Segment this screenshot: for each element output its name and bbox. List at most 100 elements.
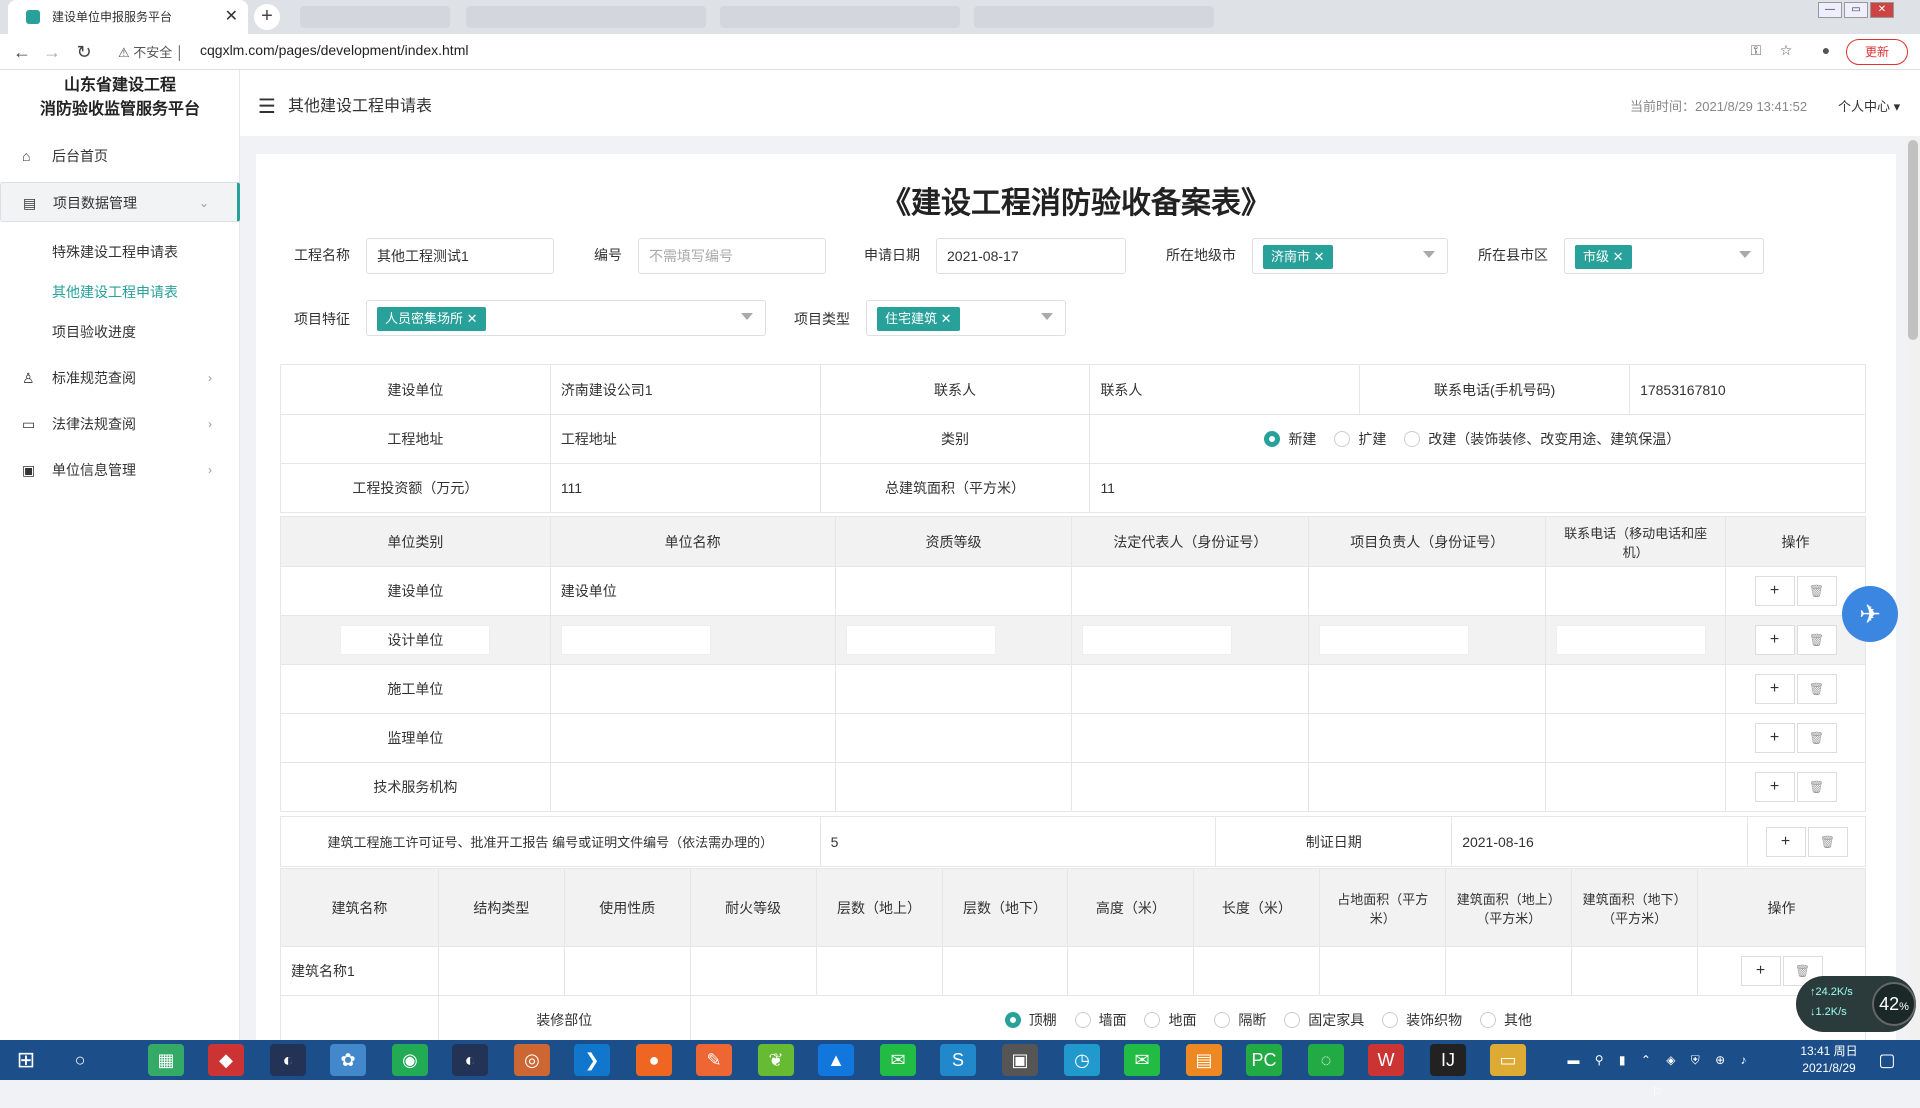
table-cell[interactable] — [834, 762, 1073, 812]
app-icon[interactable]: ▲ — [818, 1044, 854, 1076]
bookmark-star-icon[interactable]: ☆ — [1776, 42, 1796, 62]
city-select[interactable]: 济南市 ✕ — [1252, 238, 1448, 274]
firefox-icon[interactable]: ● — [636, 1044, 672, 1076]
table-cell[interactable] — [815, 946, 943, 996]
system-tray-icons[interactable]: ▬ ⚲ ▮ ⌃ ◈ ⛨ ⊕ ♪ ⚐ — [1560, 1044, 1760, 1099]
postman-icon[interactable]: ✎ — [696, 1044, 732, 1076]
table-cell[interactable] — [1571, 946, 1699, 996]
maximize-icon[interactable]: ▭ — [1844, 2, 1868, 18]
radio-other[interactable] — [1480, 1012, 1497, 1028]
table-cell[interactable] — [1545, 566, 1727, 616]
table-cell[interactable] — [563, 946, 691, 996]
table-cell[interactable] — [1308, 664, 1547, 714]
forward-icon[interactable]: → — [40, 40, 64, 64]
wechat-icon[interactable]: ✉ — [880, 1044, 916, 1076]
app-icon[interactable]: S — [940, 1044, 976, 1076]
table-cell[interactable]: 11 — [1089, 463, 1866, 513]
sidebar-subitem-other[interactable]: 其他建设工程申请表 — [0, 274, 240, 310]
browser-tab[interactable] — [466, 6, 706, 28]
browser-tab[interactable] — [720, 6, 960, 28]
app-icon[interactable]: ▦ — [148, 1044, 184, 1076]
permit-date-value[interactable]: 2021-08-16 — [1451, 816, 1748, 867]
chrome-icon[interactable]: ◉ — [392, 1044, 428, 1076]
app-icon[interactable]: ◎ — [514, 1044, 550, 1076]
unit-name-input[interactable] — [560, 625, 711, 655]
radio-expand[interactable] — [1334, 431, 1351, 447]
pycharm-icon[interactable]: PC — [1246, 1044, 1282, 1076]
delete-row-icon[interactable]: 🗑 — [1807, 826, 1848, 857]
table-cell[interactable] — [941, 946, 1069, 996]
eclipse-icon[interactable]: ◐ — [452, 1044, 488, 1076]
county-chip[interactable]: 市级 ✕ — [1575, 245, 1632, 269]
wps-icon[interactable]: W — [1368, 1044, 1404, 1076]
radio-rebuild[interactable] — [1404, 431, 1421, 447]
table-cell[interactable] — [834, 566, 1073, 616]
user-center-menu[interactable]: 个人中心 ▾ — [1838, 96, 1900, 115]
sidebar-item-unit-info[interactable]: ▣ 单位信息管理 › — [0, 452, 240, 488]
table-cell[interactable] — [1308, 762, 1547, 812]
app-icon[interactable]: ◷ — [1064, 1044, 1100, 1076]
table-cell[interactable] — [1071, 566, 1310, 616]
table-cell[interactable] — [1308, 713, 1547, 763]
notification-icon[interactable]: ▢ — [1872, 1044, 1902, 1076]
add-row-button[interactable]: + — [1754, 674, 1795, 704]
table-cell[interactable] — [689, 946, 817, 996]
table-cell[interactable] — [1545, 762, 1727, 812]
add-row-button[interactable]: + — [1754, 576, 1795, 606]
redis-icon[interactable]: ◆ — [208, 1044, 244, 1076]
apply-date-input[interactable]: 2021-08-17 — [936, 238, 1126, 274]
table-cell[interactable]: 工程地址 — [549, 414, 821, 464]
new-tab-button[interactable]: + — [254, 4, 280, 30]
profile-icon[interactable]: ● — [1816, 42, 1836, 62]
county-select[interactable]: 市级 ✕ — [1564, 238, 1764, 274]
spring-icon[interactable]: ❦ — [758, 1044, 794, 1076]
phone-input[interactable] — [1556, 625, 1707, 655]
intellij-icon[interactable]: IJ — [1430, 1044, 1466, 1076]
wechat-icon[interactable]: ✉ — [1124, 1044, 1160, 1076]
city-chip[interactable]: 济南市 ✕ — [1263, 245, 1333, 269]
sidebar-item-standards[interactable]: ♙ 标准规范查阅 › — [0, 360, 240, 396]
add-row-button[interactable]: + — [1754, 723, 1795, 753]
permit-value[interactable]: 5 — [819, 816, 1217, 867]
eclipse-icon[interactable]: ◐ — [270, 1044, 306, 1076]
key-icon[interactable]: ⚿ — [1746, 42, 1766, 62]
table-cell[interactable] — [1071, 762, 1310, 812]
app-icon[interactable]: ▤ — [1186, 1044, 1222, 1076]
table-cell[interactable] — [834, 713, 1073, 763]
table-cell[interactable] — [1067, 946, 1195, 996]
menu-toggle-icon[interactable]: ☰ — [258, 94, 276, 119]
table-cell[interactable] — [1445, 946, 1573, 996]
sidebar-item-home[interactable]: ⌂ 后台首页 — [0, 138, 240, 174]
add-row-button[interactable]: + — [1754, 625, 1795, 655]
vertical-scrollbar[interactable] — [1906, 136, 1920, 1040]
delete-row-icon[interactable]: 🗑 — [1796, 576, 1837, 606]
legal-rep-input[interactable] — [1082, 625, 1233, 655]
type-chip[interactable]: 住宅建筑 ✕ — [877, 307, 960, 331]
radio-wall[interactable] — [1074, 1012, 1091, 1028]
table-cell[interactable]: 建筑名称1 — [280, 946, 439, 996]
search-icon[interactable]: ○ — [62, 1044, 98, 1076]
add-row-button[interactable]: + — [1765, 826, 1806, 857]
table-cell[interactable] — [549, 664, 836, 714]
feature-chip[interactable]: 人员密集场所 ✕ — [377, 307, 486, 331]
sidebar-item-project-data[interactable]: ▤ 项目数据管理 ⌄ — [0, 182, 240, 222]
delete-row-icon[interactable]: 🗑 — [1796, 723, 1837, 753]
sidebar-subitem-progress[interactable]: 项目验收进度 — [0, 314, 240, 350]
url-field[interactable]: cqgxlm.com/pages/development/index.html — [200, 42, 468, 58]
radio-new[interactable] — [1264, 431, 1281, 447]
add-row-button[interactable]: + — [1754, 772, 1795, 802]
project-lead-input[interactable] — [1319, 625, 1470, 655]
scrollbar-thumb[interactable] — [1908, 140, 1918, 340]
app-icon[interactable]: ✿ — [330, 1044, 366, 1076]
chat-icon[interactable]: ◌ — [1308, 1044, 1344, 1076]
radio-ceiling[interactable] — [1004, 1012, 1021, 1028]
feature-select[interactable]: 人员密集场所 ✕ — [366, 300, 766, 336]
delete-row-icon[interactable]: 🗑 — [1796, 772, 1837, 802]
minimize-icon[interactable]: — — [1818, 2, 1842, 18]
delete-row-icon[interactable]: 🗑 — [1796, 674, 1837, 704]
start-icon[interactable]: ⊞ — [8, 1044, 44, 1076]
radio-furniture[interactable] — [1284, 1012, 1301, 1028]
browser-tab[interactable] — [974, 6, 1214, 28]
update-button[interactable]: 更新 — [1846, 39, 1908, 65]
radio-fabric[interactable] — [1382, 1012, 1399, 1028]
